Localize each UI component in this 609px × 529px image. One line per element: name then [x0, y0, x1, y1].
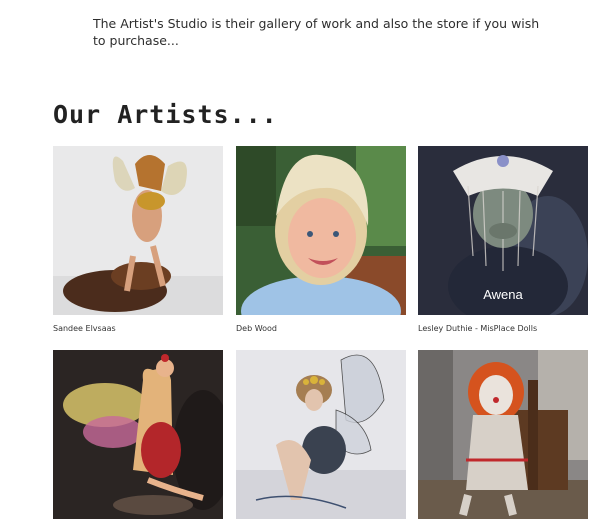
- photo-overlay-label: Awena: [483, 287, 523, 302]
- artist-card-sandee-elvsaas[interactable]: Sandee Elvsaas: [53, 146, 223, 333]
- section-heading: Our Artists...: [53, 100, 278, 129]
- artist-name[interactable]: Deb Wood: [236, 324, 406, 333]
- artist-card-4[interactable]: [53, 350, 223, 528]
- artist-photo[interactable]: [53, 146, 223, 315]
- artist-card-deb-wood[interactable]: Deb Wood: [236, 146, 406, 333]
- artist-photo[interactable]: [418, 350, 588, 519]
- artist-photo[interactable]: [53, 350, 223, 519]
- artist-photo[interactable]: Awena: [418, 146, 588, 315]
- artist-name[interactable]: Lesley Duthie - MisPlace Dolls: [418, 324, 588, 333]
- artist-card-5[interactable]: [236, 350, 406, 528]
- artist-name[interactable]: Sandee Elvsaas: [53, 324, 223, 333]
- artist-card-lesley-duthie[interactable]: Awena Lesley Duthie - MisPlace Dolls: [418, 146, 588, 333]
- artist-photo[interactable]: [236, 350, 406, 519]
- artist-photo[interactable]: [236, 146, 406, 315]
- intro-text: The Artist's Studio is their gallery of …: [93, 16, 540, 48]
- artist-card-6[interactable]: [418, 350, 588, 528]
